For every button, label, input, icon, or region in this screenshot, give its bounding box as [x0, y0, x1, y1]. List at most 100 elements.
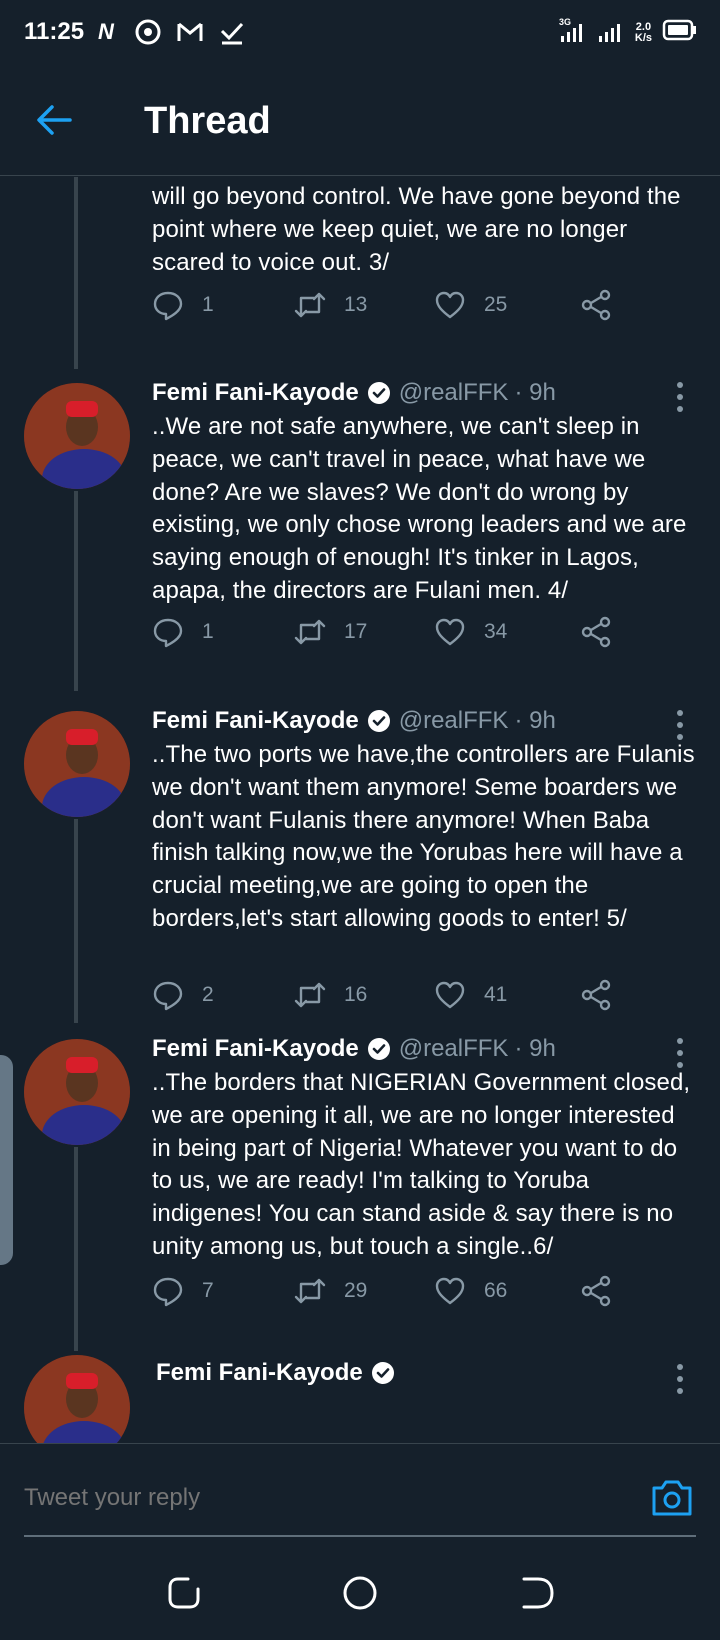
retweet-button[interactable]: 13	[294, 285, 367, 325]
avatar[interactable]	[24, 383, 130, 489]
home-button[interactable]	[340, 1573, 380, 1613]
thread-feed[interactable]: will go beyond control. We have gone bey…	[0, 177, 720, 1443]
retweet-count: 13	[344, 293, 368, 316]
reply-icon	[153, 618, 183, 648]
arrow-left-icon	[37, 105, 72, 135]
netflix-icon: N	[98, 19, 114, 44]
author-handle: @realFFK	[398, 707, 509, 734]
more-vertical-icon	[677, 1364, 683, 1394]
share-button[interactable]	[580, 612, 612, 652]
verified-badge-icon	[371, 1362, 394, 1384]
author-name[interactable]: Femi Fani-Kayode	[152, 1035, 359, 1063]
reply-count: 7	[202, 1279, 214, 1302]
reply-button[interactable]: 1	[152, 612, 214, 652]
avatar[interactable]	[24, 711, 130, 817]
edge-panel-handle[interactable]	[0, 1055, 13, 1265]
tweet-header: Femi Fani-Kayode @realFFK · 9h	[152, 1035, 556, 1063]
tweet-time: · 9h	[514, 707, 556, 734]
author-name[interactable]: Femi Fani-Kayode	[152, 707, 359, 735]
tweet-actions: 7 29 66	[152, 1271, 622, 1311]
reply-button[interactable]: 1	[152, 285, 214, 325]
back-nav-button[interactable]	[518, 1573, 558, 1613]
retweet-button[interactable]: 16	[294, 975, 367, 1015]
gmail-icon	[176, 18, 204, 46]
camera-icon	[652, 1480, 692, 1516]
like-button[interactable]: 66	[434, 1271, 507, 1311]
network-type-text: 3G	[559, 17, 571, 27]
tweet[interactable]: Femi Fani-Kayode @realFFK · 9h ..We are …	[0, 369, 720, 697]
heart-icon	[435, 291, 465, 319]
tweet-partial-next[interactable]: Femi Fani-Kayode	[0, 1353, 720, 1443]
share-icon	[581, 616, 611, 648]
like-button[interactable]: 34	[434, 612, 507, 652]
share-button[interactable]	[580, 285, 612, 325]
retweet-count: 29	[344, 1279, 368, 1302]
tweet-time: · 9h	[514, 1035, 556, 1062]
verified-badge-icon	[367, 382, 390, 404]
tweet-actions: 1 17 34	[152, 612, 622, 652]
heart-icon	[435, 618, 465, 646]
reply-button[interactable]: 7	[152, 1271, 214, 1311]
status-time: 11:25	[24, 18, 85, 45]
avatar[interactable]	[24, 1039, 130, 1145]
share-button[interactable]	[580, 975, 612, 1015]
reply-icon	[153, 981, 183, 1011]
tweet[interactable]: Femi Fani-Kayode @realFFK · 9h ..The bor…	[0, 1025, 720, 1353]
author-name[interactable]: Femi Fani-Kayode	[152, 379, 359, 407]
more-vertical-icon	[677, 382, 683, 412]
retweet-count: 17	[344, 620, 368, 643]
retweet-icon	[294, 292, 326, 318]
tweet[interactable]: Femi Fani-Kayode @realFFK · 9h ..The two…	[0, 697, 720, 1025]
thread-header: Thread	[0, 64, 720, 176]
heart-icon	[435, 1277, 465, 1305]
like-count: 25	[484, 293, 508, 316]
reply-count: 2	[202, 983, 214, 1006]
more-vertical-icon	[677, 1038, 683, 1068]
retweet-button[interactable]: 29	[294, 1271, 367, 1311]
tweet-header: Femi Fani-Kayode @realFFK · 9h	[152, 707, 556, 735]
reply-button[interactable]: 2	[152, 975, 214, 1015]
signal-icon	[597, 16, 625, 49]
share-button[interactable]	[580, 1271, 612, 1311]
tweet-actions: 1 13 25	[152, 285, 622, 325]
heart-icon	[435, 981, 465, 1009]
share-icon	[581, 979, 611, 1011]
retweet-button[interactable]: 17	[294, 612, 367, 652]
reply-count: 1	[202, 620, 214, 643]
author-name[interactable]: Femi Fani-Kayode	[156, 1359, 363, 1387]
more-options-button[interactable]	[668, 379, 692, 415]
tweet-text: ..We are not safe anywhere, we can't sle…	[152, 413, 687, 604]
like-button[interactable]: 25	[434, 285, 507, 325]
tweet-partial[interactable]: will go beyond control. We have gone bey…	[0, 177, 720, 369]
share-icon	[581, 289, 611, 321]
like-count: 66	[484, 1279, 508, 1302]
more-options-button[interactable]	[668, 1361, 692, 1397]
reply-input[interactable]	[24, 1480, 584, 1516]
like-button[interactable]: 41	[434, 975, 507, 1015]
recents-icon	[168, 1577, 200, 1609]
tweet-header: Femi Fani-Kayode @realFFK · 9h	[152, 379, 556, 407]
verified-badge-icon	[367, 710, 390, 732]
more-options-button[interactable]	[668, 1035, 692, 1071]
retweet-icon	[294, 619, 326, 645]
chrome-icon	[134, 18, 162, 46]
tweet-text: ..The two ports we have,the controllers …	[152, 741, 695, 932]
back-button[interactable]	[34, 100, 74, 140]
reply-count: 1	[202, 293, 214, 316]
reply-underline	[24, 1535, 696, 1537]
signal-3g-icon: 3G	[559, 16, 587, 49]
more-options-button[interactable]	[668, 707, 692, 743]
avatar[interactable]	[24, 1355, 130, 1443]
verified-badge-icon	[367, 1038, 390, 1060]
like-count: 41	[484, 983, 508, 1006]
retweet-icon	[294, 982, 326, 1008]
retweet-icon	[294, 1278, 326, 1304]
notification-icons: N	[92, 18, 246, 46]
status-right: 3G 2.0 K/s	[559, 16, 698, 49]
network-speed-unit: K/s	[634, 31, 652, 44]
more-vertical-icon	[677, 710, 683, 740]
battery-icon	[662, 19, 698, 46]
retweet-count: 16	[344, 983, 368, 1006]
recents-button[interactable]	[164, 1573, 204, 1613]
camera-button[interactable]	[650, 1478, 694, 1518]
